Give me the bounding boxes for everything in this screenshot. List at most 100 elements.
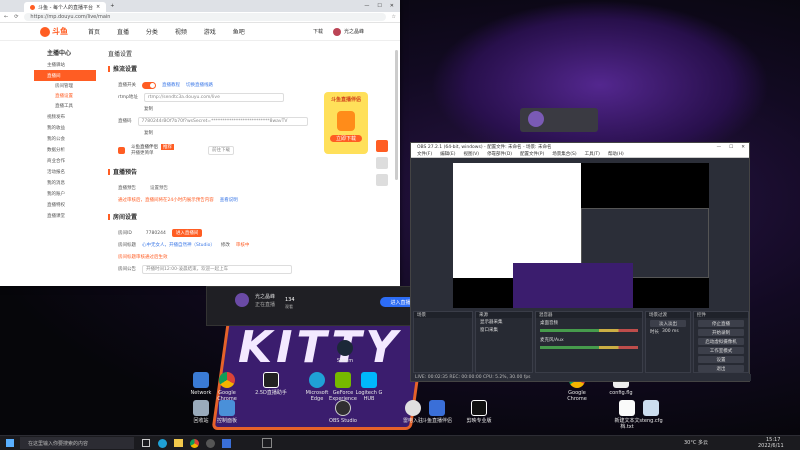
desktop-icon-ghub[interactable]: Logitech G HUB	[352, 372, 386, 402]
taskbar-app-icon[interactable]	[222, 439, 231, 448]
sidebar-item-business[interactable]: 商业合作	[34, 155, 96, 166]
desktop-icon-jianying[interactable]: 剪映专业版	[462, 400, 496, 424]
settings-button[interactable]: 设置	[698, 356, 744, 363]
transition-select[interactable]: 淡入淡出	[650, 320, 686, 327]
mic-audio-meter[interactable]	[540, 346, 638, 349]
stream-widget-avatar[interactable]	[528, 111, 544, 127]
start-icon[interactable]	[6, 439, 14, 447]
url-field[interactable]: https://mp.douyu.com/live/main	[24, 13, 386, 21]
obs-menu-tools[interactable]: 工具(T)	[585, 151, 600, 157]
sidebar-item-messages[interactable]: 我的消息	[34, 177, 96, 188]
start-recording-button[interactable]: 开始录制	[698, 329, 744, 336]
taskview-icon[interactable]	[142, 439, 150, 447]
float-tool-live[interactable]	[376, 140, 388, 152]
sidebar-item-room[interactable]: 直播间	[34, 70, 96, 81]
live-toggle[interactable]	[142, 81, 156, 89]
nav-yuba[interactable]: 鱼吧	[233, 29, 245, 36]
obs-close-icon[interactable]: ✕	[741, 145, 745, 150]
desktop-icon-cfg[interactable]: steng.cfg	[634, 400, 668, 424]
set-preview-button[interactable]: 设置预告	[150, 185, 168, 191]
sidebar-item-class[interactable]: 直播课堂	[34, 210, 96, 221]
obs-menu-profile[interactable]: 配置文件(P)	[520, 151, 544, 157]
exit-button[interactable]: 退出	[698, 365, 744, 372]
nav-video[interactable]: 视频	[175, 29, 187, 36]
obs-preview[interactable]	[453, 163, 709, 308]
desktop-audio-meter[interactable]	[540, 329, 638, 332]
obs-menu-view[interactable]: 视图(V)	[463, 151, 479, 157]
source-item[interactable]: 窗口采集	[476, 326, 532, 334]
obs-menu-file[interactable]: 文件(F)	[417, 151, 432, 157]
stream-key-field[interactable]: 7780244rBOf7b70f?wsSecret=**************…	[137, 116, 308, 126]
taskbar-chrome-icon[interactable]	[190, 439, 199, 448]
copy-rtmp-button[interactable]: 复制	[144, 106, 153, 112]
avatar[interactable]	[332, 27, 341, 36]
sidebar-sub-live-tools[interactable]: 直播工具	[34, 101, 96, 111]
float-tool-share[interactable]	[376, 157, 388, 169]
desktop-icon-chrome[interactable]: Google Chrome	[210, 372, 244, 402]
obs-minimize-icon[interactable]: —	[717, 145, 722, 150]
switch-line-link[interactable]: 切换直播线路	[186, 82, 213, 88]
star-icon[interactable]: ☆	[392, 14, 396, 20]
taskbar-obs-icon[interactable]	[206, 439, 215, 448]
desktop-icon-steam[interactable]: Steam	[328, 340, 362, 364]
sidebar-item-account[interactable]: 我的账户	[34, 188, 96, 199]
sidebar-item-data[interactable]: 数据分析	[34, 144, 96, 155]
desktop-icon-obs[interactable]: OBS Studio	[326, 400, 360, 424]
assistant-download-button[interactable]: 前往下载	[208, 145, 234, 155]
user-name[interactable]: 光之晶峰	[344, 28, 364, 35]
sidebar-item-video[interactable]: 视频发布	[34, 111, 96, 122]
douyu-logo[interactable]: 斗鱼	[40, 26, 68, 37]
tab-close-icon[interactable]: ×	[96, 4, 100, 10]
nav-live[interactable]: 直播	[117, 29, 129, 36]
room-notice-field[interactable]: 开播时间12:00-凌晨结束，欢迎一起上车	[142, 264, 292, 274]
browser-scrollbar[interactable]	[395, 50, 398, 180]
maximize-icon[interactable]: ☐	[377, 3, 381, 9]
sidebar-item-income[interactable]: 我的收益	[34, 122, 96, 133]
weather-status[interactable]: 30°C 多云	[684, 439, 708, 446]
minimize-icon[interactable]: —	[364, 3, 369, 9]
sidebar-sub-live-settings[interactable]: 直播设置	[34, 91, 96, 101]
close-icon[interactable]: ✕	[390, 3, 394, 9]
obs-menu-docks[interactable]: 停靠部件(D)	[487, 151, 512, 157]
promo-download-button[interactable]: 立即下载	[330, 135, 362, 142]
sidebar-item-privilege[interactable]: 直播特权	[34, 199, 96, 210]
obs-menu-scenes[interactable]: 场景集合(S)	[552, 151, 576, 157]
float-tool-top[interactable]	[376, 174, 388, 186]
nav-home[interactable]: 首页	[88, 29, 100, 36]
taskbar-explorer-icon[interactable]	[174, 439, 183, 447]
clock-date[interactable]: 2022/6/11	[758, 443, 784, 449]
obs-menu-edit[interactable]: 编辑(E)	[440, 151, 455, 157]
download-link[interactable]: 下载	[313, 28, 323, 35]
sidebar-sub-room-manage[interactable]: 房间管理	[34, 81, 96, 91]
nav-category[interactable]: 分类	[146, 29, 158, 36]
promo-banner[interactable]: 斗鱼直播伴侣 立即下载	[324, 92, 368, 154]
obs-maximize-icon[interactable]: ☐	[729, 145, 733, 150]
obs-menu-help[interactable]: 帮助(H)	[608, 151, 624, 157]
tab-title: 斗鱼 - 每个人的直播平台	[38, 4, 93, 11]
copy-key-button[interactable]: 复制	[144, 130, 153, 136]
duration-field[interactable]: 300 ms	[662, 329, 679, 335]
nav-game[interactable]: 游戏	[204, 29, 216, 36]
sidebar-item-station[interactable]: 主播驿站	[34, 59, 96, 70]
back-icon[interactable]: ←	[4, 14, 8, 20]
stop-streaming-button[interactable]: 停止直播	[698, 320, 744, 327]
taskbar-search-input[interactable]: 在这里输入你要搜索的内容	[20, 437, 134, 449]
source-item[interactable]: 显示器采集	[476, 318, 532, 326]
sidebar-item-events[interactable]: 活动报名	[34, 166, 96, 177]
taskbar-edge-icon[interactable]	[158, 439, 167, 448]
desktop-icon-live-helper[interactable]: 2.5D直播助手	[254, 372, 288, 396]
enter-room-button[interactable]: 进入直播间	[171, 229, 203, 237]
new-tab-icon[interactable]: +	[110, 3, 114, 9]
desktop-icon-control[interactable]: 控制面板	[210, 400, 244, 424]
rtmp-address-field[interactable]: rtmp://sendtc3a.douyu.com/live	[143, 92, 284, 102]
preview-help-link[interactable]: 查看说明	[220, 197, 238, 203]
refresh-icon[interactable]: ⟳	[14, 14, 18, 20]
sidebar-item-guild[interactable]: 我的公会	[34, 133, 96, 144]
virtual-camera-button[interactable]: 启动虚拟摄像机	[698, 338, 744, 345]
desktop-icon-douyu-helper[interactable]: 斗鱼直播伴侣	[420, 400, 454, 424]
browser-tab[interactable]: 斗鱼 - 每个人的直播平台 ×	[24, 2, 107, 12]
studio-mode-button[interactable]: 工作室模式	[698, 347, 744, 354]
live-tutorial-link[interactable]: 直播教程	[162, 82, 180, 88]
room-title-edit[interactable]: 修改	[221, 242, 230, 248]
taskbar-active-app[interactable]	[262, 438, 272, 448]
